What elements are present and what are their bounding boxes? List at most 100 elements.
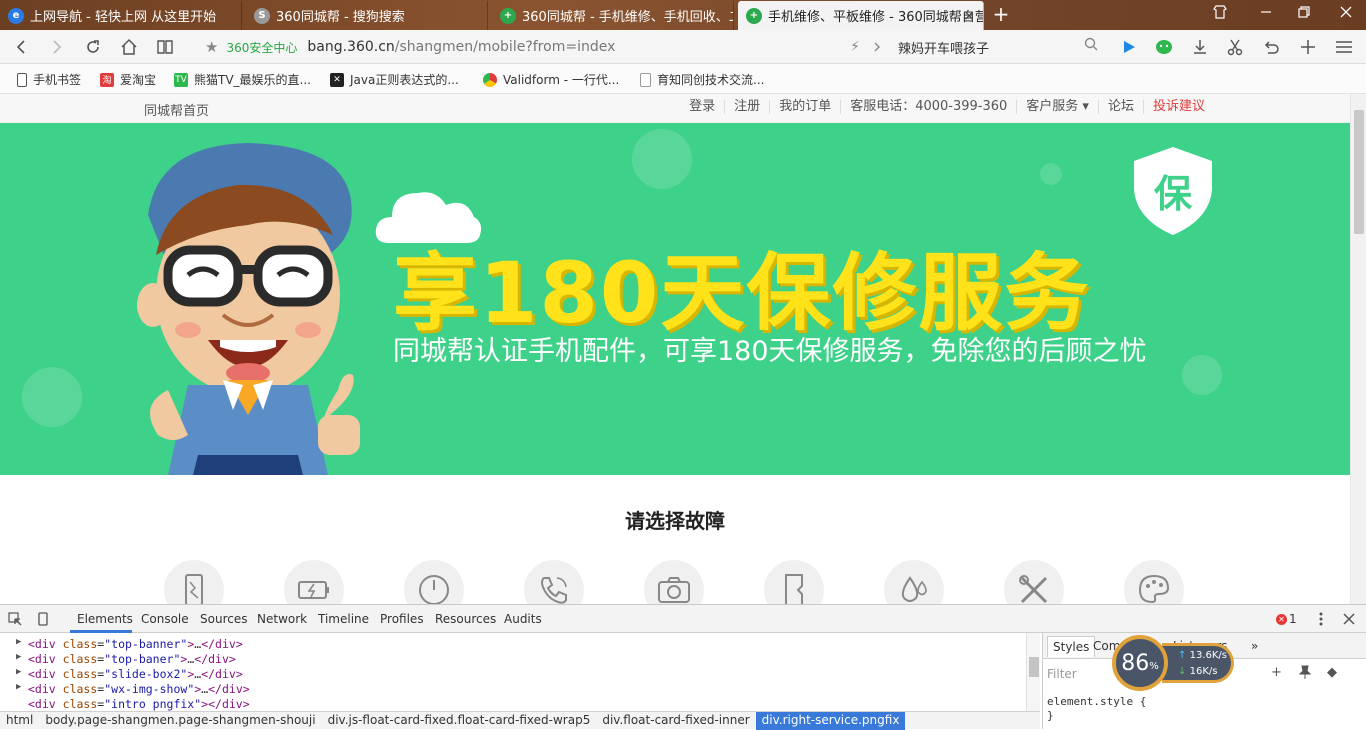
address-bar[interactable]: ★ 360安全中心 bang.360.cn/shangmen/mobile?fr… [205, 34, 885, 60]
new-rule-icon[interactable]: + [1271, 665, 1282, 680]
close-tab-icon[interactable]: × [963, 8, 975, 24]
expand-triangle-icon[interactable]: ▶ [16, 652, 21, 662]
tab-console[interactable]: Console [141, 612, 189, 626]
fault-water-damage[interactable] [884, 560, 944, 604]
close-devtools-icon[interactable] [1340, 610, 1358, 628]
bookmark-item[interactable]: 淘 爱淘宝 [100, 71, 156, 88]
fault-appearance[interactable] [1124, 560, 1184, 604]
undo-icon[interactable] [1260, 36, 1282, 58]
bookmark-item[interactable]: Validform - 一行代... [483, 71, 619, 88]
search-input[interactable]: 辣妈开车喂孩子 [898, 35, 1098, 59]
fault-battery[interactable] [284, 560, 344, 604]
dom-node[interactable]: <div class="intro pngfix"></div> [28, 697, 250, 711]
inspect-element-icon[interactable] [6, 610, 24, 628]
bookmark-item[interactable]: ✕ Java正则表达式的... [330, 71, 459, 88]
page-scrollbar[interactable] [1350, 94, 1366, 604]
site-home-link[interactable]: 同城帮首页 [144, 100, 209, 119]
skin-icon[interactable] [1210, 5, 1230, 23]
warranty-banner[interactable]: 保 享180天保修服务 同城帮认证手机配件，可享180天保修服务，免除您的后顾之… [0, 123, 1350, 475]
home-icon[interactable] [118, 36, 140, 58]
dom-scrollbar-thumb[interactable] [1029, 657, 1039, 677]
fault-repair-tools[interactable] [1004, 560, 1064, 604]
style-rule[interactable]: element.style { } [1047, 695, 1146, 723]
complaint-link[interactable]: 投诉建议 [1142, 100, 1214, 114]
close-window-icon[interactable] [1336, 5, 1356, 23]
dom-node[interactable]: ▶ <div class="top-baner">…</div> [16, 652, 236, 667]
page-scrollbar-thumb[interactable] [1354, 110, 1364, 234]
reload-icon[interactable] [82, 36, 104, 58]
water-damage-icon [901, 576, 927, 602]
reader-mode-icon[interactable] [154, 36, 176, 58]
more-options-icon[interactable] [1312, 610, 1330, 628]
breadcrumb-item[interactable]: html [0, 712, 39, 730]
browser-tab-3[interactable]: + 360同城帮 - 手机维修、手机回收、二 [492, 1, 734, 30]
fault-camera[interactable] [644, 560, 704, 604]
breadcrumb-item[interactable]: body.page-shangmen.page-shangmen-shouji [39, 712, 321, 730]
dom-tree[interactable]: ▶ <div class="top-banner">…</div> ▶ <div c… [0, 633, 1040, 711]
broken-screen-icon [185, 574, 203, 604]
browser-tab-1[interactable]: e 上网导航 - 轻快上网 从这里开始 [0, 1, 242, 30]
taobao-icon: 淘 [100, 72, 114, 87]
dom-node[interactable]: ▶ <div class="top-banner">…</div> [16, 637, 243, 652]
add-icon[interactable] [1297, 36, 1319, 58]
new-tab-button[interactable]: + [988, 4, 1014, 26]
tab-resources[interactable]: Resources [435, 612, 496, 626]
fault-broken-screen[interactable] [164, 560, 224, 604]
browser-tab-2[interactable]: S 360同城帮 - 搜狗搜索 [246, 1, 488, 30]
browser-tab-bar: e 上网导航 - 轻快上网 从这里开始 S 360同城帮 - 搜狗搜索 + 36… [0, 0, 1366, 30]
forward-icon[interactable] [46, 36, 68, 58]
lightning-icon[interactable]: ⚡ [844, 36, 866, 58]
styles-filter-input[interactable]: Filter [1047, 667, 1077, 681]
bookmark-star-icon[interactable]: ★ [205, 38, 218, 56]
breadcrumb-item[interactable]: div.float-card-fixed-inner [596, 712, 755, 730]
fault-power-button[interactable] [404, 560, 464, 604]
minimize-icon[interactable] [1256, 5, 1276, 23]
register-link[interactable]: 注册 [724, 100, 769, 114]
bookmark-item[interactable]: 手机书签 [17, 71, 81, 88]
tab-sources[interactable]: Sources [200, 612, 247, 626]
breadcrumb-item[interactable]: div.js-float-card-fixed.float-card-fixed… [322, 712, 597, 730]
error-counter[interactable]: ✕ 1 [1276, 612, 1297, 626]
fault-call[interactable] [524, 560, 584, 604]
forum-link[interactable]: 论坛 [1097, 100, 1143, 114]
device-mode-icon[interactable] [34, 610, 52, 628]
bookmark-item[interactable]: 育知同创技术交流... [640, 71, 764, 88]
browser-tab-4-active[interactable]: + 手机维修、平板维修 - 360同城帮自营 × [738, 1, 984, 30]
video-play-icon[interactable] [1118, 36, 1140, 58]
my-orders-link[interactable]: 我的订单 [769, 100, 840, 114]
upload-arrow-icon: ↑ [1178, 650, 1187, 661]
chevron-right-icon[interactable] [866, 36, 888, 58]
more-tabs-chevron[interactable]: » [1251, 639, 1258, 653]
url-text[interactable]: bang.360.cn/shangmen/mobile?from=index [307, 39, 615, 55]
dom-node[interactable]: ▶ <div class="slide-box2">…</div> [16, 667, 243, 682]
login-link[interactable]: 登录 [680, 100, 724, 114]
security-label[interactable]: 360安全中心 [226, 39, 297, 56]
fault-broken-casing[interactable] [764, 560, 824, 604]
network-speed-widget[interactable]: ↑ 13.6K/s ↓ 16K/s 86% [1112, 635, 1236, 691]
pin-icon[interactable] [1298, 665, 1312, 683]
scissors-icon[interactable] [1224, 36, 1246, 58]
customer-service-dropdown[interactable]: 客户服务 ▾ [1016, 100, 1098, 114]
restore-icon[interactable] [1294, 5, 1314, 23]
tab-network[interactable]: Network [257, 612, 307, 626]
download-icon[interactable] [1189, 36, 1211, 58]
hotline-text: 客服电话：4000-399-360 [840, 100, 1016, 114]
dom-scrollbar[interactable] [1026, 633, 1040, 711]
breadcrumb-item-selected[interactable]: div.right-service.pngfix [755, 711, 906, 730]
dom-node[interactable]: ▶ <div class="wx-img-show">…</div> [16, 682, 250, 697]
tab-elements[interactable]: Elements [77, 612, 133, 626]
360-icon: + [500, 7, 516, 24]
back-icon[interactable] [10, 36, 32, 58]
expand-triangle-icon[interactable]: ▶ [16, 637, 21, 647]
search-icon[interactable] [1084, 37, 1098, 55]
color-format-icon[interactable]: ◆ [1327, 665, 1337, 680]
expand-triangle-icon[interactable]: ▶ [16, 667, 21, 677]
tab-styles[interactable]: Styles [1047, 636, 1096, 657]
wechat-icon[interactable] [1153, 36, 1175, 58]
tab-timeline[interactable]: Timeline [318, 612, 369, 626]
bookmark-item[interactable]: TV 熊猫TV_最娱乐的直... [174, 71, 311, 88]
expand-triangle-icon[interactable]: ▶ [16, 682, 21, 692]
tab-audits[interactable]: Audits [504, 612, 542, 626]
menu-icon[interactable] [1333, 36, 1355, 58]
tab-profiles[interactable]: Profiles [380, 612, 424, 626]
